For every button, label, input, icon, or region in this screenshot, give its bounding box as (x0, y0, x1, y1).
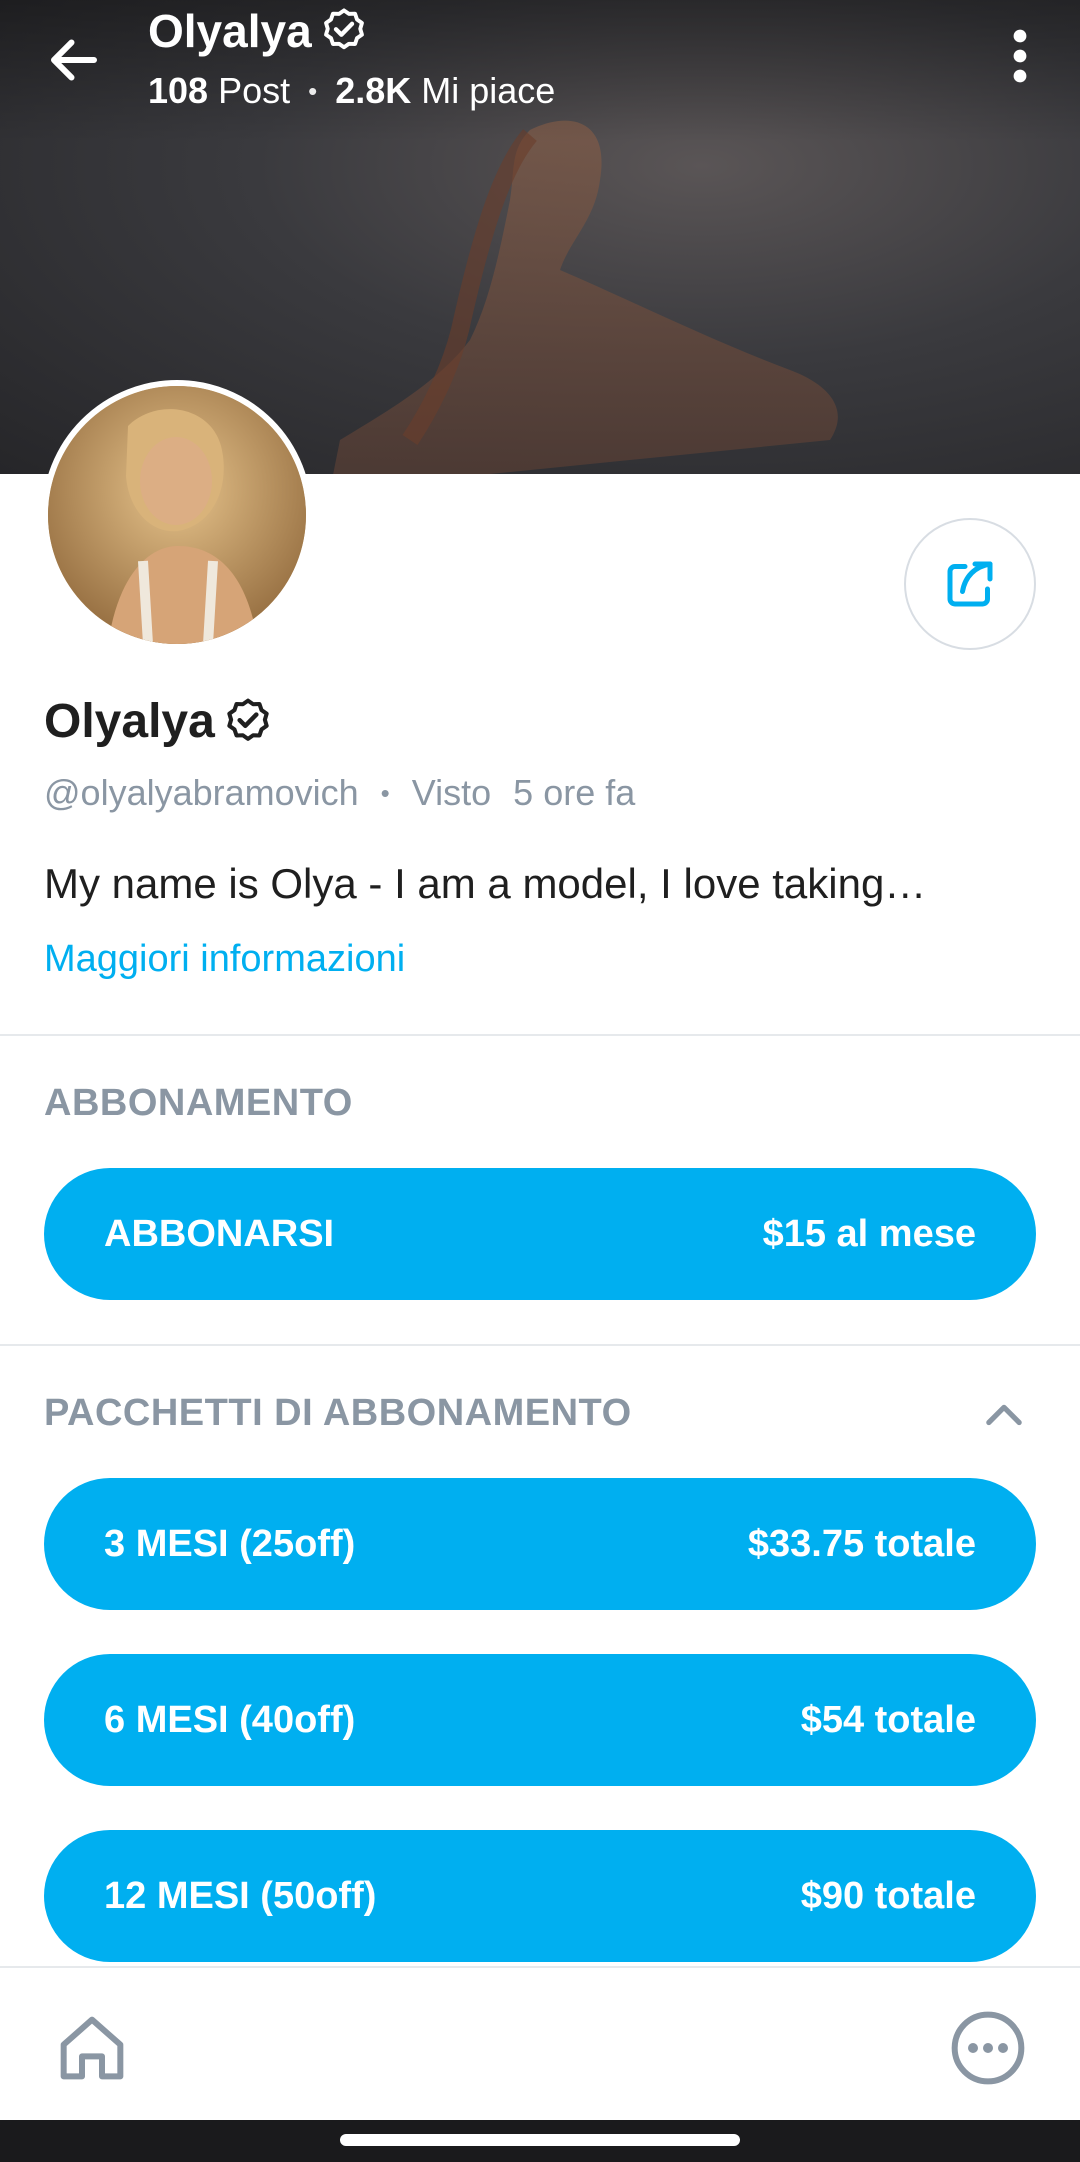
more-info-link[interactable]: Maggiori informazioni (44, 938, 405, 981)
stats-separator: • (308, 75, 318, 106)
system-navigation-bar (0, 2120, 1080, 2162)
bundle-button-3-months[interactable]: 3 MESI (25off) $33.75 totale (44, 1478, 1036, 1610)
header-title-row: Olyalya (148, 4, 370, 58)
profile-bio: My name is Olya - I am a model, I love t… (44, 860, 927, 907)
avatar[interactable] (42, 380, 312, 650)
home-indicator[interactable] (340, 2134, 740, 2146)
share-button[interactable] (904, 518, 1036, 650)
likes-label: Mi piace (421, 70, 556, 111)
header-stats: 108 Post • 2.8K Mi piace (148, 70, 555, 112)
seen-time: 5 ore fa (513, 772, 636, 813)
bundle-button-6-months[interactable]: 6 MESI (40off) $54 totale (44, 1654, 1036, 1786)
verified-badge-icon (323, 8, 364, 50)
bundle-label: 12 MESI (50off) (104, 1874, 377, 1917)
header-title: Olyalya (148, 5, 312, 57)
home-icon[interactable] (52, 2008, 132, 2088)
bundle-label: 3 MESI (25off) (104, 1522, 356, 1565)
bundle-price: $54 totale (800, 1698, 976, 1741)
posts-label: Post (218, 70, 291, 111)
bundle-button-12-months[interactable]: 12 MESI (50off) $90 totale (44, 1830, 1036, 1962)
bundle-price: $33.75 totale (747, 1522, 976, 1565)
meta-separator: • (380, 777, 390, 808)
share-icon (947, 561, 993, 607)
posts-count: 108 (148, 70, 209, 111)
bundle-label: 6 MESI (40off) (104, 1698, 356, 1741)
bundle-price: $90 totale (800, 1874, 976, 1917)
likes-count: 2.8K (335, 70, 412, 111)
subscribe-button-price: $15 al mese (762, 1212, 976, 1255)
avatar-image (48, 386, 306, 644)
divider (0, 1034, 1080, 1036)
profile-meta: @olyalyabramovich • Visto 5 ore fa (44, 772, 635, 814)
more-circle-icon[interactable] (948, 2008, 1028, 2088)
seen-label: Visto (411, 772, 492, 813)
bundles-section-title: PACCHETTI DI ABBONAMENTO (44, 1392, 632, 1434)
chevron-up-icon[interactable] (978, 1390, 1030, 1442)
profile-name-row: Olyalya (44, 694, 275, 749)
subscribe-button-label: ABBONARSI (104, 1212, 335, 1255)
arrow-left-icon[interactable] (44, 30, 104, 90)
verified-badge-icon (227, 698, 269, 741)
divider (0, 1344, 1080, 1346)
bottom-nav (0, 1966, 1080, 2120)
username: @olyalyabramovich (44, 772, 359, 813)
profile-name: Olyalya (44, 695, 215, 748)
more-vertical-icon[interactable] (1000, 28, 1040, 84)
subscription-section-title: ABBONAMENTO (44, 1082, 353, 1124)
top-bar: Olyalya 108 Post • 2.8K Mi piace (0, 0, 1080, 130)
subscribe-button[interactable]: ABBONARSI $15 al mese (44, 1168, 1036, 1300)
